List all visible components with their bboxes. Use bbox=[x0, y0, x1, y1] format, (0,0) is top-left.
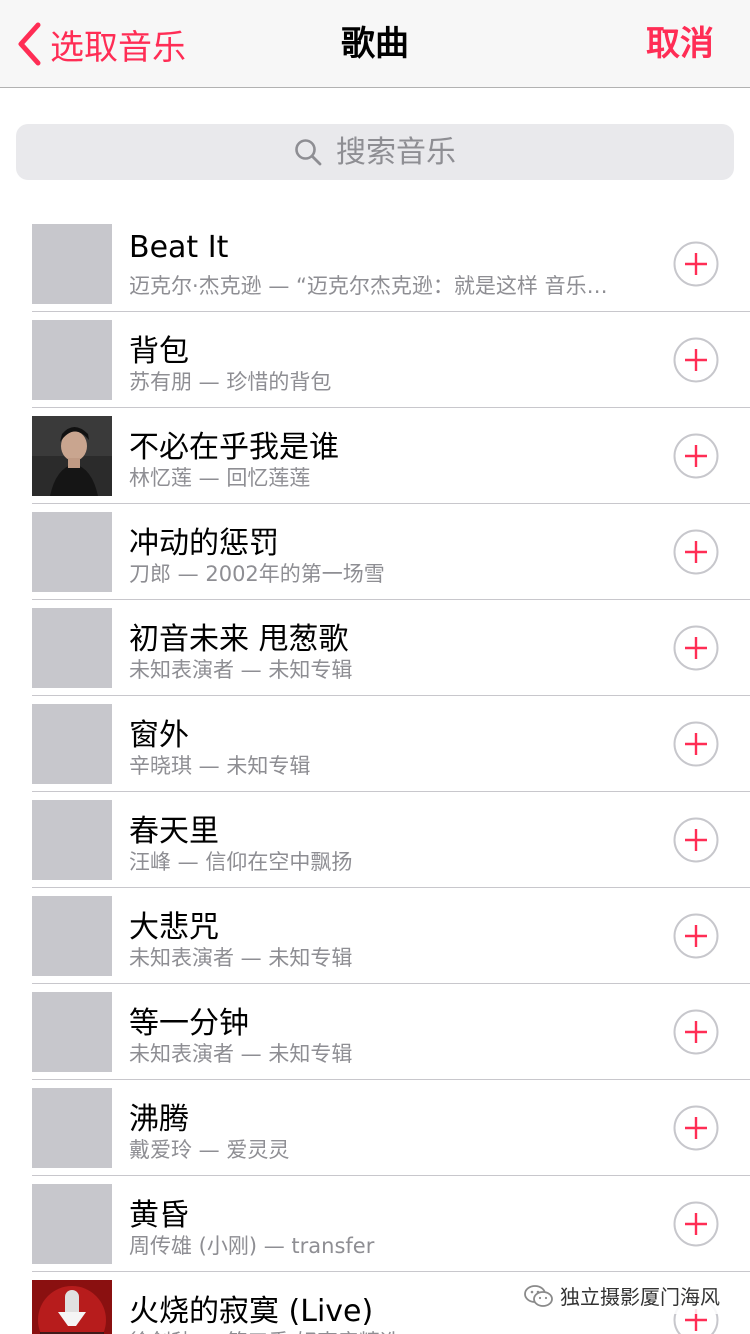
song-row[interactable]: 冲动的惩罚 刀郎 — 2002年的第一场雪 bbox=[0, 504, 750, 600]
album-artwork bbox=[32, 224, 112, 304]
song-title: 黄昏 bbox=[129, 1198, 189, 1233]
plus-circle-icon bbox=[673, 913, 719, 959]
song-artist-album: 未知表演者 — 未知专辑 bbox=[129, 946, 353, 970]
navigation-bar: 选取音乐 歌曲 取消 bbox=[0, 0, 750, 88]
song-artist-album: 徐剑秋 — 第三季 好声音精选 bbox=[129, 1326, 645, 1334]
song-artist-album: 未知表演者 — 未知专辑 bbox=[129, 1042, 353, 1066]
search-input[interactable] bbox=[336, 134, 456, 170]
add-song-button[interactable] bbox=[673, 625, 719, 671]
plus-circle-icon bbox=[673, 817, 719, 863]
song-title: Beat It bbox=[129, 230, 229, 265]
song-artist-album: 苏有朋 — 珍惜的背包 bbox=[129, 370, 332, 394]
search-icon bbox=[295, 139, 322, 166]
song-row[interactable]: Beat It 迈克尔·杰克逊 — “迈克尔杰克逊：就是这样 音乐… bbox=[0, 216, 750, 312]
add-song-button[interactable] bbox=[673, 817, 719, 863]
plus-circle-icon bbox=[673, 433, 719, 479]
song-artist-album: 周传雄 (小刚) — transfer bbox=[129, 1234, 375, 1258]
song-title: 火烧的寂寞 (Live) bbox=[129, 1294, 374, 1329]
plus-circle-icon bbox=[673, 1105, 719, 1151]
song-list: Beat It 迈克尔·杰克逊 — “迈克尔杰克逊：就是这样 音乐… 背包 苏有朋 —… bbox=[0, 216, 750, 1334]
add-song-button[interactable] bbox=[673, 433, 719, 479]
song-title: 窗外 bbox=[129, 718, 189, 753]
search-bar[interactable] bbox=[16, 124, 734, 180]
song-title: 背包 bbox=[129, 334, 189, 369]
album-artwork bbox=[32, 1280, 112, 1334]
song-row[interactable]: 沸腾 戴爱玲 — 爱灵灵 bbox=[0, 1080, 750, 1176]
song-row[interactable]: 背包 苏有朋 — 珍惜的背包 bbox=[0, 312, 750, 408]
add-song-button[interactable] bbox=[673, 1105, 719, 1151]
wechat-icon bbox=[524, 1284, 553, 1307]
plus-circle-icon bbox=[673, 1201, 719, 1247]
song-row[interactable]: 初音未来 甩葱歌 未知表演者 — 未知专辑 bbox=[0, 600, 750, 696]
song-artist-album: 刀郎 — 2002年的第一场雪 bbox=[129, 562, 385, 586]
song-row[interactable]: 不必在乎我是谁 林忆莲 — 回忆莲莲 bbox=[0, 408, 750, 504]
add-song-button[interactable] bbox=[673, 241, 719, 287]
plus-circle-icon bbox=[673, 1009, 719, 1055]
album-artwork bbox=[32, 1088, 112, 1168]
song-artist-album: 未知表演者 — 未知专辑 bbox=[129, 658, 353, 682]
plus-circle-icon bbox=[673, 625, 719, 671]
plus-circle-icon bbox=[673, 337, 719, 383]
album-artwork bbox=[32, 320, 112, 400]
song-title: 沸腾 bbox=[129, 1102, 189, 1137]
song-title: 等一分钟 bbox=[129, 1006, 249, 1041]
album-artwork bbox=[32, 608, 112, 688]
song-artist-album: 汪峰 — 信仰在空中飘扬 bbox=[129, 850, 353, 874]
song-picker-screen: 选取音乐 歌曲 取消 Beat It 迈克尔·杰克逊 — “迈克尔杰克逊：就是这样… bbox=[0, 0, 750, 1334]
song-title: 春天里 bbox=[129, 814, 219, 849]
back-button[interactable]: 选取音乐 bbox=[16, 20, 186, 68]
song-title: 冲动的惩罚 bbox=[129, 526, 279, 561]
song-artist-album: 辛晓琪 — 未知专辑 bbox=[129, 754, 311, 778]
song-row[interactable]: 大悲咒 未知表演者 — 未知专辑 bbox=[0, 888, 750, 984]
song-row[interactable]: 等一分钟 未知表演者 — 未知专辑 bbox=[0, 984, 750, 1080]
song-artist-album: 戴爱玲 — 爱灵灵 bbox=[129, 1138, 290, 1162]
add-song-button[interactable] bbox=[673, 1009, 719, 1055]
song-row[interactable]: 窗外 辛晓琪 — 未知专辑 bbox=[0, 696, 750, 792]
back-button-label: 选取音乐 bbox=[50, 27, 186, 68]
cancel-button[interactable]: 取消 bbox=[646, 20, 714, 68]
song-title: 不必在乎我是谁 bbox=[129, 430, 339, 465]
song-row[interactable]: 黄昏 周传雄 (小刚) — transfer bbox=[0, 1176, 750, 1272]
add-song-button[interactable] bbox=[673, 913, 719, 959]
album-artwork bbox=[32, 512, 112, 592]
album-artwork bbox=[32, 416, 112, 496]
add-song-button[interactable] bbox=[673, 529, 719, 575]
add-song-button[interactable] bbox=[673, 337, 719, 383]
album-artwork bbox=[32, 704, 112, 784]
search-area bbox=[0, 88, 750, 206]
add-song-button[interactable] bbox=[673, 1201, 719, 1247]
plus-circle-icon bbox=[673, 721, 719, 767]
chevron-left-icon bbox=[18, 22, 41, 66]
song-artist-album: 林忆莲 — 回忆莲莲 bbox=[129, 466, 311, 490]
song-title: 大悲咒 bbox=[129, 910, 219, 945]
album-artwork bbox=[32, 800, 112, 880]
song-title: 初音未来 甩葱歌 bbox=[129, 622, 349, 657]
add-song-button[interactable] bbox=[673, 721, 719, 767]
song-row[interactable]: 春天里 汪峰 — 信仰在空中飘扬 bbox=[0, 792, 750, 888]
plus-circle-icon bbox=[673, 529, 719, 575]
album-artwork bbox=[32, 1184, 112, 1264]
watermark: 独立摄影厦门海风 bbox=[518, 1277, 726, 1314]
plus-circle-icon bbox=[673, 241, 719, 287]
watermark-text: 独立摄影厦门海风 bbox=[560, 1285, 720, 1309]
album-artwork bbox=[32, 992, 112, 1072]
album-artwork bbox=[32, 896, 112, 976]
song-artist-album: 迈克尔·杰克逊 — “迈克尔杰克逊：就是这样 音乐… bbox=[129, 274, 608, 298]
